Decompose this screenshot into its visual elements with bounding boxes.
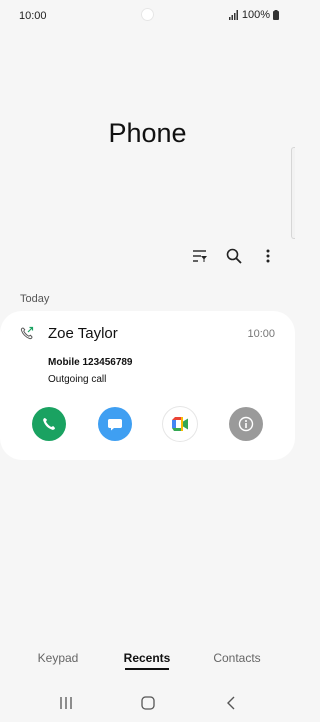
bottom-navigation: Keypad Recents Contacts xyxy=(0,651,295,673)
call-icon xyxy=(43,418,55,430)
home-icon xyxy=(141,696,155,710)
battery-percent: 100% xyxy=(241,9,270,21)
call-status: Outgoing call xyxy=(48,374,107,385)
active-tab-indicator xyxy=(125,668,169,670)
call-button[interactable] xyxy=(32,407,66,441)
contact-name: Zoe Taylor xyxy=(48,325,118,342)
outgoing-call-icon xyxy=(20,326,34,340)
back-icon xyxy=(227,696,235,710)
back-button[interactable] xyxy=(221,694,241,712)
recent-apps-button[interactable] xyxy=(56,694,76,712)
home-button[interactable] xyxy=(138,694,158,712)
call-actions xyxy=(0,407,295,441)
message-button[interactable] xyxy=(98,407,132,441)
call-log-item[interactable]: Zoe Taylor 10:00 Mobile 123456789 Outgoi… xyxy=(0,311,295,460)
video-call-button[interactable] xyxy=(163,407,197,441)
info-icon xyxy=(238,416,254,432)
section-label-today: Today xyxy=(20,293,50,305)
video-call-icon xyxy=(172,417,188,431)
call-time: 10:00 xyxy=(247,328,275,340)
call-number: Mobile 123456789 xyxy=(48,357,133,368)
tab-contacts[interactable]: Contacts xyxy=(197,651,277,665)
battery-icon xyxy=(273,10,279,20)
recent-apps-icon xyxy=(60,697,72,709)
search-icon xyxy=(226,248,242,264)
status-bar: 10:00 100% xyxy=(0,0,295,32)
signal-icon xyxy=(228,10,238,20)
status-indicators: 100% xyxy=(228,9,279,21)
more-options-button[interactable] xyxy=(257,245,279,267)
edge-panel-handle[interactable] xyxy=(291,147,295,239)
filter-icon xyxy=(193,250,207,262)
camera-cutout xyxy=(141,8,154,21)
toolbar xyxy=(189,245,279,267)
filter-button[interactable] xyxy=(189,245,211,267)
status-time: 10:00 xyxy=(19,10,47,22)
tab-keypad[interactable]: Keypad xyxy=(18,651,98,665)
more-vertical-icon xyxy=(266,249,270,263)
search-button[interactable] xyxy=(223,245,245,267)
system-navigation-bar xyxy=(0,692,295,714)
tab-recents[interactable]: Recents xyxy=(107,651,187,665)
info-button[interactable] xyxy=(229,407,263,441)
message-icon xyxy=(108,419,122,431)
page-title: Phone xyxy=(108,118,187,148)
